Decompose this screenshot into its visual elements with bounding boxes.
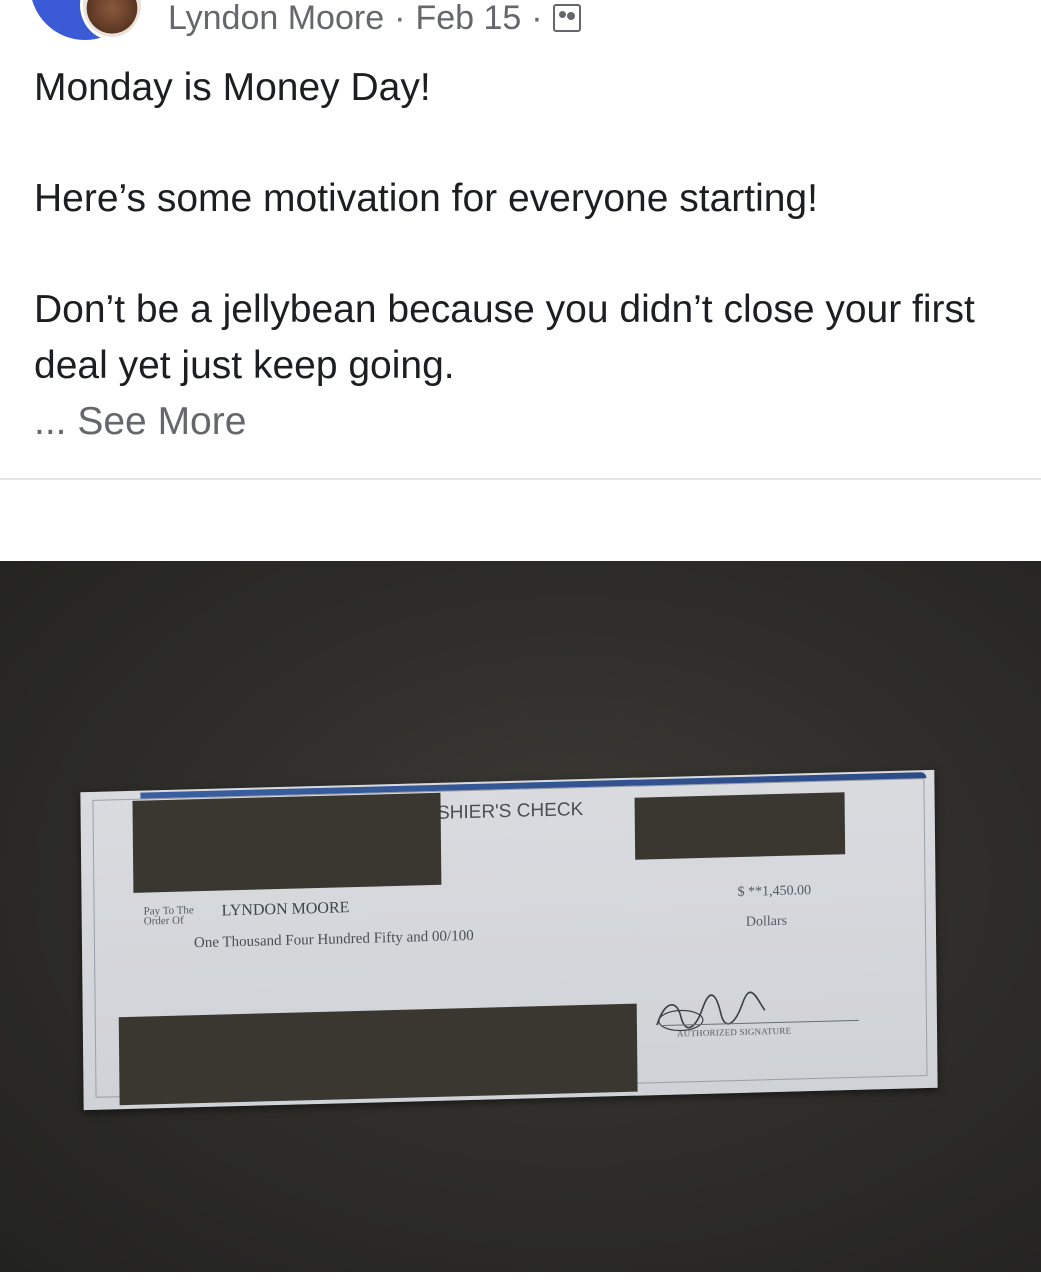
post-date[interactable]: Feb 15 [415,0,521,38]
check-amount: $ **1,450.00 [737,883,812,901]
post-header: Lyndon Moore · Feb 15 · [0,0,1041,44]
divider [0,478,1041,480]
photo-album-icon [552,4,581,32]
see-more-link[interactable]: ... See More [34,394,1014,450]
meta-separator: · [531,0,543,37]
post-photo[interactable]: CASHIER'S CHECK Pay To The Order Of LYND… [0,561,1041,1272]
dollars-label: Dollars [745,913,788,930]
post-line: Monday is Money Day! [34,66,431,109]
post-line: Here’s some motivation for everyone star… [34,177,818,220]
author-name[interactable]: Lyndon Moore [168,0,384,38]
post-line: Don’t be a jellybean because you didn’t … [34,288,975,387]
meta-separator: · [394,0,406,37]
redaction-box [132,792,442,893]
redaction-box [634,792,846,860]
redaction-box [118,1003,638,1106]
post-body: Monday is Money Day! Here’s some motivat… [34,60,1014,450]
cashiers-check: CASHIER'S CHECK Pay To The Order Of LYND… [80,769,938,1111]
pay-to-label: Pay To The Order Of [143,904,194,928]
payee-name: LYNDON MOORE [221,899,350,920]
author-line: Lyndon Moore · Feb 15 · [168,0,581,38]
